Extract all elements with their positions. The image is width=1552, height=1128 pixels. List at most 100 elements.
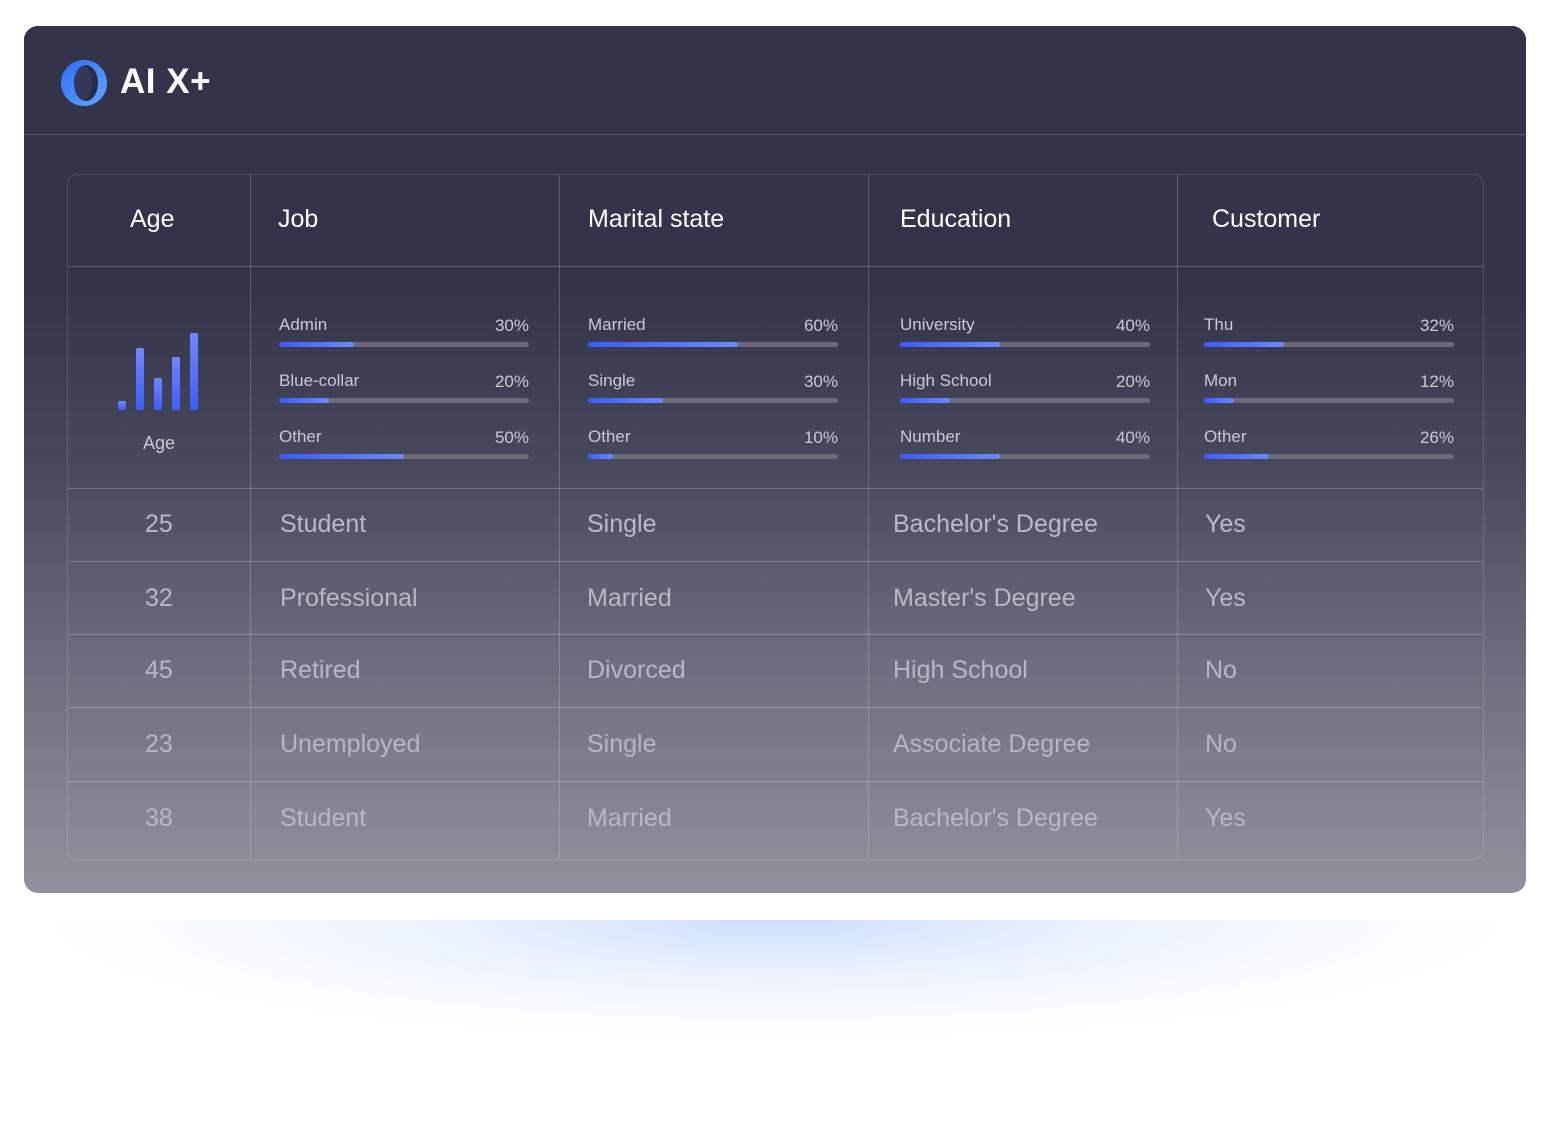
cell-job: Retired bbox=[280, 656, 361, 684]
progress-fill bbox=[588, 342, 738, 347]
summary-item-value: 40% bbox=[1115, 316, 1150, 335]
summary-item: Other 26% bbox=[1204, 427, 1454, 483]
column-divider bbox=[1177, 175, 1178, 859]
row-divider bbox=[68, 781, 1483, 782]
cell-customer: No bbox=[1205, 656, 1237, 684]
progress-fill bbox=[900, 342, 1000, 347]
cell-education: Bachelor's Degree bbox=[893, 804, 1098, 832]
progress-fill bbox=[588, 454, 613, 459]
summary-item-label: University bbox=[900, 315, 975, 334]
summary-item-value: 10% bbox=[803, 428, 838, 447]
summary-item-label: Married bbox=[588, 315, 646, 334]
progress-fill bbox=[900, 454, 1000, 459]
row-divider bbox=[68, 634, 1483, 635]
logo-icon bbox=[61, 60, 107, 106]
progress-track bbox=[279, 454, 529, 459]
cell-marital-state: Single bbox=[587, 730, 657, 758]
age-chart-label: Age bbox=[142, 433, 176, 453]
summary-item-label: Thu bbox=[1204, 315, 1234, 334]
progress-track bbox=[900, 342, 1150, 347]
cell-job: Student bbox=[280, 510, 367, 538]
cell-customer: Yes bbox=[1205, 584, 1246, 612]
summary-item-value: 50% bbox=[494, 428, 529, 447]
app-window: AI X+ Age Job Marital state Education Cu… bbox=[24, 26, 1526, 893]
cell-education: Master's Degree bbox=[893, 584, 1076, 612]
header-marital-state[interactable]: Marital state bbox=[588, 205, 724, 234]
summary-education: University 40% High School 20% Number 40% bbox=[900, 315, 1150, 483]
summary-item-value: 32% bbox=[1419, 316, 1454, 335]
summary-item-value: 26% bbox=[1419, 428, 1454, 447]
row-divider bbox=[68, 488, 1483, 489]
summary-item-label: Other bbox=[588, 427, 631, 446]
summary-item-value: 40% bbox=[1115, 428, 1150, 447]
column-divider bbox=[559, 175, 560, 859]
progress-fill bbox=[279, 398, 329, 403]
summary-item-label: Blue-collar bbox=[279, 371, 360, 390]
summary-item: Other 50% bbox=[279, 427, 529, 483]
header-customer[interactable]: Customer bbox=[1212, 205, 1320, 234]
cell-age: 23 bbox=[145, 730, 173, 758]
cell-age: 32 bbox=[145, 584, 173, 612]
summary-item-label: High School bbox=[900, 371, 992, 390]
cell-job: Unemployed bbox=[280, 730, 421, 758]
summary-item-label: Number bbox=[900, 427, 961, 446]
progress-track bbox=[1204, 454, 1454, 459]
progress-fill bbox=[279, 342, 354, 347]
summary-item-value: 20% bbox=[494, 372, 529, 391]
cell-marital-state: Married bbox=[587, 804, 672, 832]
cell-job: Student bbox=[280, 804, 367, 832]
bottom-glow bbox=[40, 920, 1512, 1040]
progress-fill bbox=[1204, 398, 1234, 403]
progress-track bbox=[588, 454, 838, 459]
summary-item-label: Admin bbox=[279, 315, 328, 334]
cell-education: High School bbox=[893, 656, 1028, 684]
data-table: Age Job Marital state Education Customer… bbox=[67, 174, 1484, 860]
row-divider bbox=[68, 561, 1483, 562]
header-job[interactable]: Job bbox=[278, 205, 318, 234]
progress-fill bbox=[279, 454, 404, 459]
progress-fill bbox=[900, 398, 950, 403]
progress-fill bbox=[1204, 342, 1284, 347]
cell-education: Associate Degree bbox=[893, 730, 1091, 758]
top-bar: AI X+ bbox=[24, 26, 1526, 135]
summary-item-label: Other bbox=[1204, 427, 1247, 446]
cell-marital-state: Married bbox=[587, 584, 672, 612]
summary-marital-state: Married 60% Single 30% Other 10% bbox=[588, 315, 838, 483]
cell-marital-state: Single bbox=[587, 510, 657, 538]
summary-item: University 40% bbox=[900, 315, 1150, 371]
progress-track bbox=[1204, 398, 1454, 403]
cell-education: Bachelor's Degree bbox=[893, 510, 1098, 538]
cell-age: 25 bbox=[145, 510, 173, 538]
cell-customer: Yes bbox=[1205, 804, 1246, 832]
progress-track bbox=[900, 398, 1150, 403]
column-divider bbox=[250, 175, 251, 859]
cell-marital-state: Divorced bbox=[587, 656, 686, 684]
cell-customer: No bbox=[1205, 730, 1237, 758]
age-bar bbox=[136, 348, 144, 410]
progress-track bbox=[588, 398, 838, 403]
summary-item: Blue-collar 20% bbox=[279, 371, 529, 427]
summary-item: Admin 30% bbox=[279, 315, 529, 371]
progress-track bbox=[279, 342, 529, 347]
summary-item: Single 30% bbox=[588, 371, 838, 427]
age-bar bbox=[172, 357, 180, 410]
row-divider bbox=[68, 266, 1483, 267]
summary-item: Other 10% bbox=[588, 427, 838, 483]
summary-item-value: 60% bbox=[803, 316, 838, 335]
cell-customer: Yes bbox=[1205, 510, 1246, 538]
summary-item-label: Other bbox=[279, 427, 322, 446]
summary-item: Mon 12% bbox=[1204, 371, 1454, 427]
summary-customer: Thu 32% Mon 12% Other 26% bbox=[1204, 315, 1454, 483]
row-divider bbox=[68, 707, 1483, 708]
summary-item-value: 20% bbox=[1115, 372, 1150, 391]
age-bar bbox=[154, 378, 162, 410]
summary-job: Admin 30% Blue-collar 20% Other 50% bbox=[279, 315, 529, 483]
progress-track bbox=[900, 454, 1150, 459]
progress-fill bbox=[588, 398, 663, 403]
summary-item-value: 30% bbox=[803, 372, 838, 391]
summary-item-label: Single bbox=[588, 371, 636, 390]
header-age[interactable]: Age bbox=[130, 205, 174, 234]
header-education[interactable]: Education bbox=[900, 205, 1011, 234]
progress-track bbox=[588, 342, 838, 347]
age-bar bbox=[190, 333, 198, 410]
